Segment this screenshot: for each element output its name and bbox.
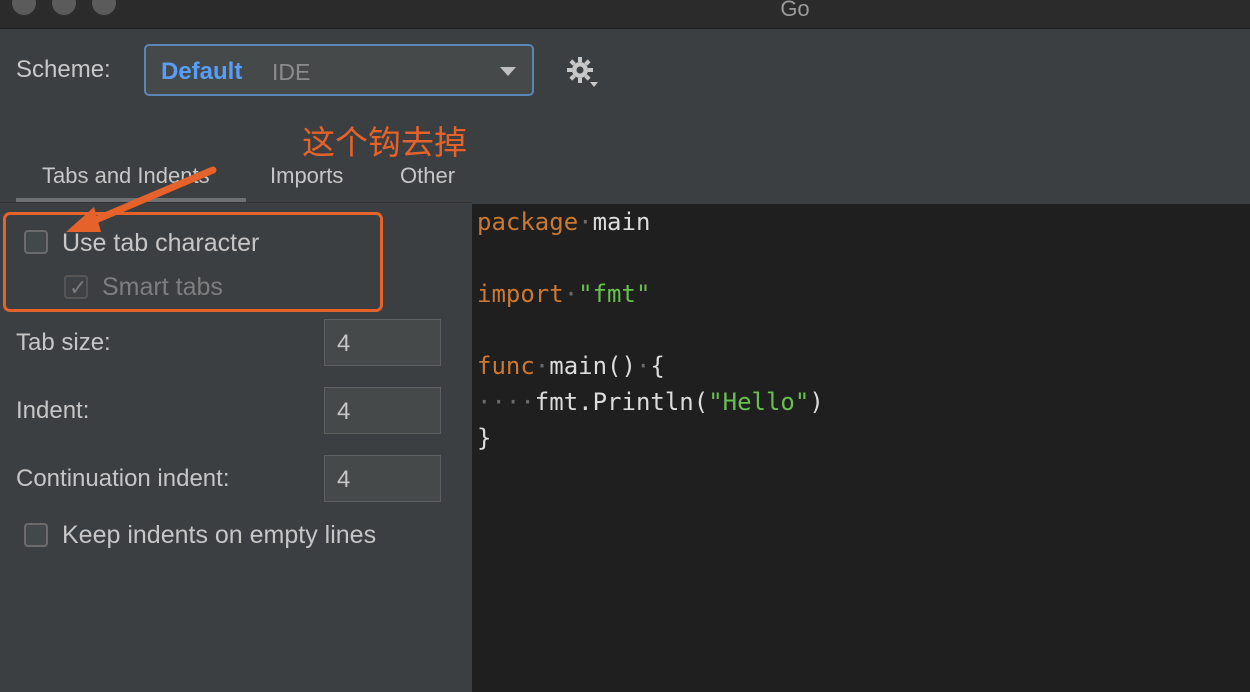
continuation-indent-label: Continuation indent: — [16, 465, 230, 492]
tab-size-label: Tab size: — [16, 329, 111, 356]
code-string: "Hello" — [708, 388, 810, 416]
code-text: main() — [549, 352, 636, 380]
indent-input[interactable]: 4 — [324, 387, 441, 434]
code-text: fmt.Println( — [534, 388, 709, 416]
annotation-text: 这个钩去掉 — [302, 124, 467, 161]
code-keyword: func — [477, 352, 535, 380]
chevron-down-icon — [500, 67, 516, 76]
annotation-arrow-icon — [66, 166, 217, 232]
code-keyword: package — [477, 208, 579, 236]
keep-indents-checkbox[interactable] — [24, 523, 48, 547]
code-line: } — [477, 424, 491, 460]
gear-icon[interactable] — [566, 56, 600, 90]
tab-size-input[interactable]: 4 — [324, 319, 441, 366]
code-string: "fmt" — [578, 280, 651, 308]
indent-value: 4 — [337, 398, 351, 425]
code-text: } — [477, 424, 492, 452]
code-text: main — [592, 208, 651, 236]
continuation-indent-value: 4 — [337, 466, 351, 493]
code-text: ) — [809, 388, 824, 416]
tab-imports[interactable]: Imports — [270, 163, 343, 189]
continuation-indent-input[interactable]: 4 — [324, 455, 441, 502]
code-line: func·main()·{ — [477, 352, 665, 380]
code-line: ····fmt.Println("Hello") — [477, 388, 824, 416]
code-line: package·main — [477, 208, 651, 236]
code-keyword: import — [477, 280, 564, 308]
indent-label: Indent: — [16, 397, 90, 424]
keep-indents-label: Keep indents on empty lines — [62, 521, 377, 549]
tab-size-value: 4 — [337, 330, 351, 357]
code-line: import·"fmt" — [477, 280, 651, 308]
scheme-sub: IDE — [272, 59, 311, 85]
code-preview: package·main import·"fmt" func·main()·{ … — [472, 204, 1250, 692]
code-text: { — [650, 352, 665, 380]
tab-other[interactable]: Other — [400, 163, 455, 189]
